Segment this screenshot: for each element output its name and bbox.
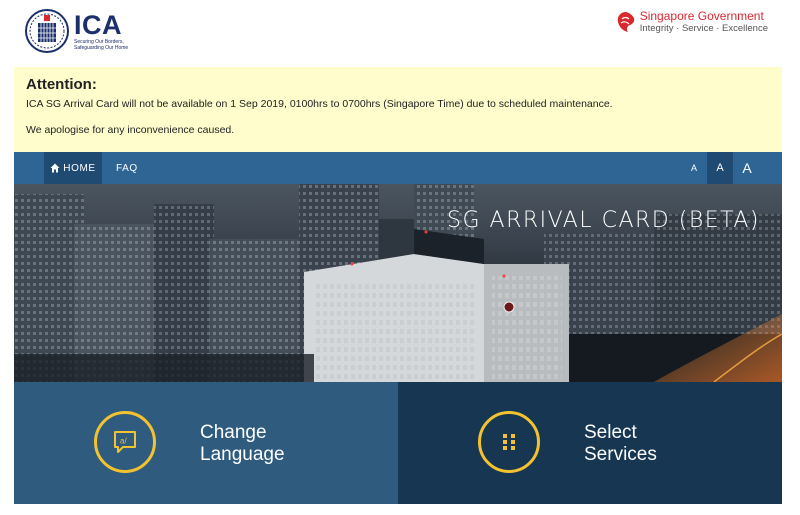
notice-message: ICA SG Arrival Card will not be availabl… bbox=[26, 98, 613, 110]
select-services-line2: Services bbox=[584, 444, 657, 465]
notice-title: Attention: bbox=[26, 76, 97, 93]
hero-title: SG ARRIVAL CARD (BETA) bbox=[447, 208, 760, 233]
select-services-label: Select Services bbox=[584, 422, 657, 466]
ica-title: ICA bbox=[74, 10, 122, 40]
maintenance-notice: Attention: ICA SG Arrival Card will not … bbox=[14, 67, 782, 152]
nav-faq[interactable]: FAQ bbox=[116, 152, 138, 184]
language-icon: a/ bbox=[114, 431, 136, 453]
language-icon-circle: a/ bbox=[94, 411, 156, 473]
font-size-large-button[interactable]: A bbox=[734, 152, 760, 184]
grid-icon bbox=[503, 434, 515, 450]
change-language-label: Change Language bbox=[200, 422, 285, 466]
font-size-small-button[interactable]: A bbox=[681, 152, 707, 184]
home-icon bbox=[50, 163, 60, 173]
nav-home-label: HOME bbox=[63, 162, 96, 174]
notice-apology: We apologise for any inconvenience cause… bbox=[26, 124, 235, 136]
sg-gov-title-1: Singapore bbox=[639, 9, 695, 23]
hero-banner: SG ARRIVAL CARD (BETA) bbox=[14, 184, 782, 382]
ica-tagline: Securing Our Borders, Safeguarding Our H… bbox=[74, 39, 129, 51]
select-services-line1: Select bbox=[584, 422, 637, 443]
sg-gov-title-2: Government bbox=[697, 9, 764, 23]
ica-logo[interactable]: ICA Securing Our Borders, Safeguarding O… bbox=[24, 8, 134, 54]
select-services-tile[interactable]: Select Services bbox=[398, 382, 782, 504]
change-language-line1: Change bbox=[200, 422, 267, 443]
site-header: ICA Securing Our Borders, Safeguarding O… bbox=[0, 0, 800, 66]
singapore-government-logo[interactable]: Singapore Government Integrity · Service… bbox=[615, 10, 768, 35]
services-icon-circle bbox=[478, 411, 540, 473]
svg-text:a/: a/ bbox=[120, 437, 127, 446]
main-nav: HOME FAQ A A A bbox=[14, 152, 782, 184]
change-language-tile[interactable]: a/ Change Language bbox=[14, 382, 398, 504]
nav-home[interactable]: HOME bbox=[44, 152, 102, 184]
ica-emblem-icon bbox=[25, 9, 69, 53]
change-language-line2: Language bbox=[200, 444, 285, 465]
sg-gov-title: Singapore Government bbox=[640, 10, 768, 23]
font-size-medium-button[interactable]: A bbox=[707, 152, 733, 184]
sg-gov-subtitle: Integrity · Service · Excellence bbox=[639, 23, 768, 34]
lion-head-icon bbox=[617, 12, 634, 32]
